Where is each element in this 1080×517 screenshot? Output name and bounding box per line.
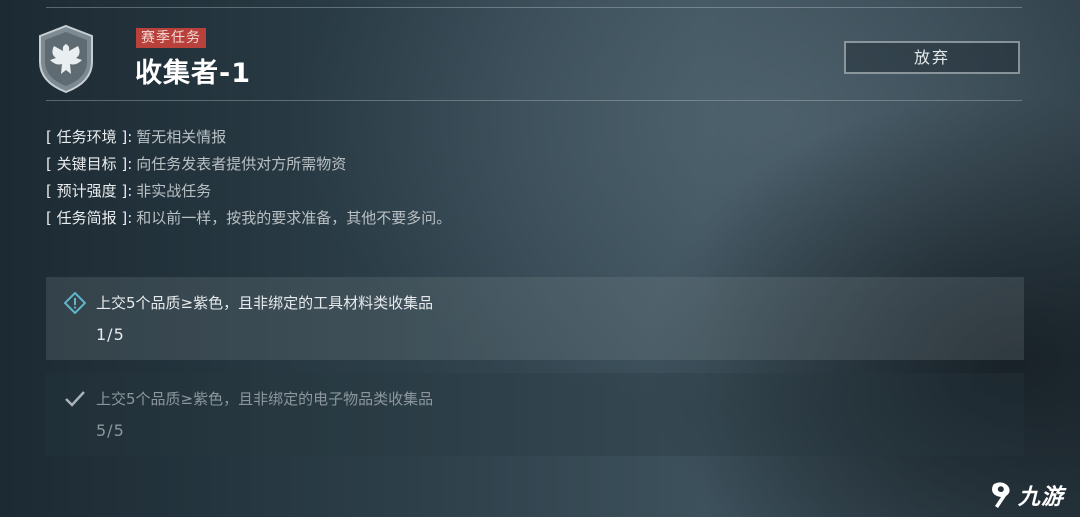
mission-info: [ 任务环境 ]: 暂无相关情报 [ 关键目标 ]: 向任务发表者提供对方所需物资 … — [46, 124, 451, 232]
info-key: [ 任务环境 ]: — [46, 128, 133, 146]
info-row-key-target: [ 关键目标 ]: 向任务发表者提供对方所需物资 — [46, 151, 451, 178]
nine-game-logo-icon — [992, 482, 1010, 508]
abandon-button[interactable]: 放弃 — [844, 41, 1020, 74]
objective-item-2[interactable]: 上交5个品质≥紫色，且非绑定的电子物品类收集品 5/5 — [46, 373, 1024, 456]
mission-tag: 赛季任务 — [136, 28, 206, 48]
objective-item-1[interactable]: 上交5个品质≥紫色，且非绑定的工具材料类收集品 1/5 — [46, 277, 1024, 360]
info-value: 向任务发表者提供对方所需物资 — [136, 155, 347, 173]
header-divider — [46, 100, 1022, 101]
objective-progress: 5/5 — [96, 421, 125, 440]
info-row-briefing: [ 任务简报 ]: 和以前一样，按我的要求准备，其他不要多问。 — [46, 205, 451, 232]
objective-text: 上交5个品质≥紫色，且非绑定的工具材料类收集品 — [96, 294, 434, 312]
info-key: [ 预计强度 ]: — [46, 182, 133, 200]
watermark: 九游 — [988, 478, 1064, 512]
mission-title: 收集者-1 — [135, 58, 251, 89]
info-row-environment: [ 任务环境 ]: 暂无相关情报 — [46, 124, 451, 151]
info-value: 非实战任务 — [136, 182, 212, 200]
diamond-info-icon — [64, 292, 86, 314]
info-row-intensity: [ 预计强度 ]: 非实战任务 — [46, 178, 451, 205]
info-value: 暂无相关情报 — [136, 128, 227, 146]
objective-text: 上交5个品质≥紫色，且非绑定的电子物品类收集品 — [96, 390, 434, 408]
objective-progress: 1/5 — [96, 325, 125, 344]
check-icon — [65, 391, 85, 407]
eagle-emblem-icon — [39, 24, 93, 94]
info-key: [ 任务简报 ]: — [46, 209, 133, 227]
top-divider — [46, 0, 1022, 8]
info-key: [ 关键目标 ]: — [46, 155, 133, 173]
info-value: 和以前一样，按我的要求准备，其他不要多问。 — [136, 209, 452, 227]
watermark-text: 九游 — [1018, 485, 1065, 510]
